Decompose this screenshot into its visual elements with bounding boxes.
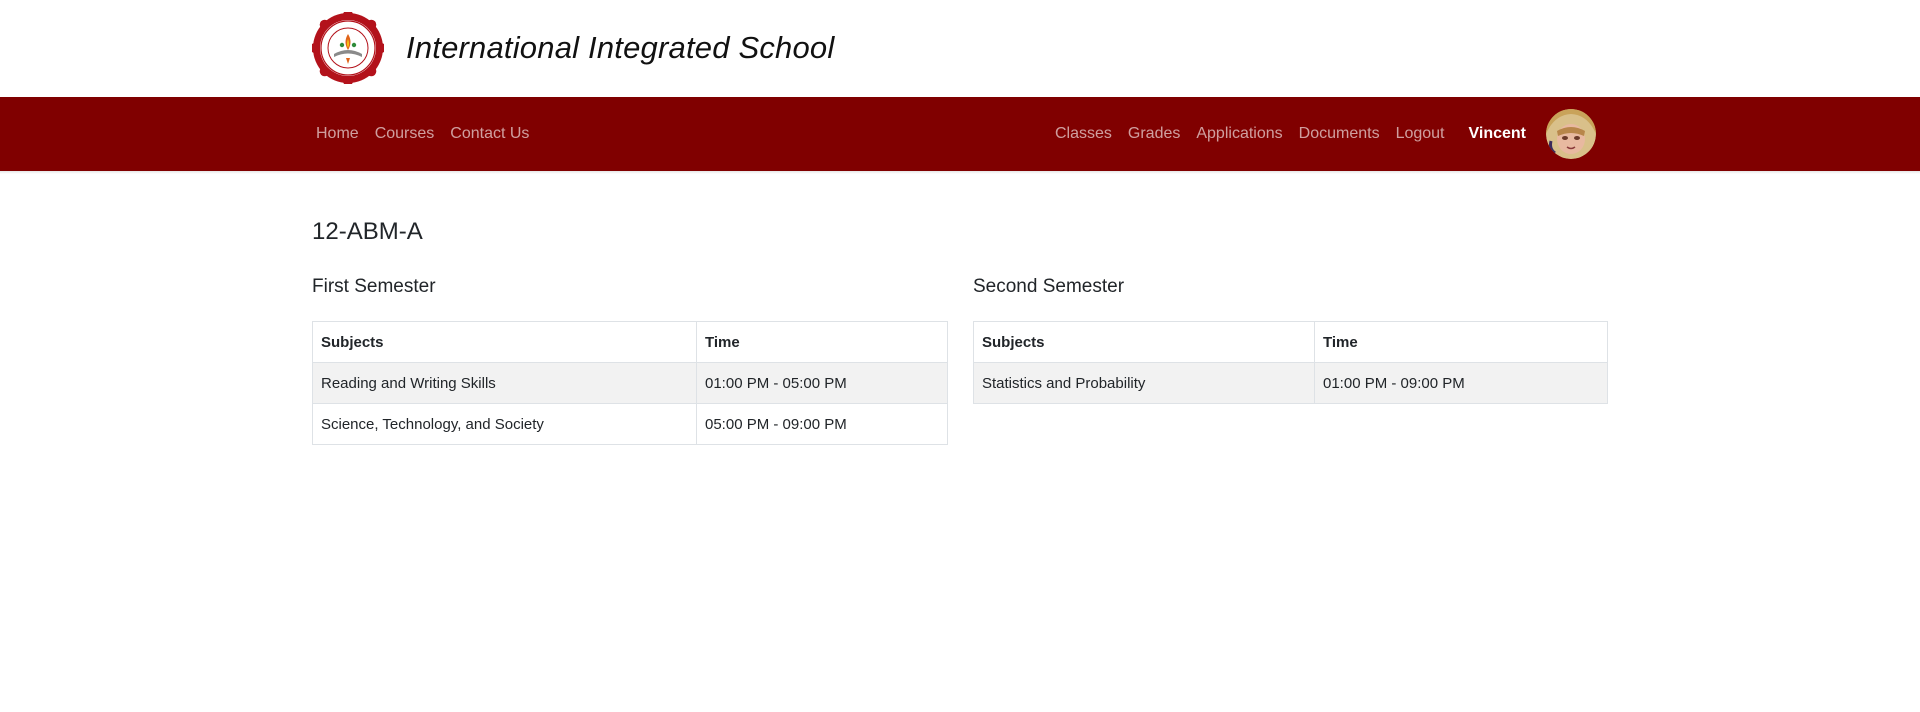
brand-link[interactable]: International Integrated School [312,12,834,84]
nav-documents-link[interactable]: Documents [1291,97,1388,171]
nav-applications-link[interactable]: Applications [1188,97,1290,171]
nav-logout-link[interactable]: Logout [1388,97,1453,171]
nav-contact-us-link[interactable]: Contact Us [442,97,537,171]
table-row: Science, Technology, and Society 05:00 P… [312,403,948,445]
time-cell: 01:00 PM - 09:00 PM [1314,362,1608,404]
table-header-row: Subjects Time [973,321,1608,363]
second-semester-table: Subjects Time Statistics and Probability… [973,321,1608,404]
main-content: 12-ABM-A First Semester Subjects Time Re… [0,174,1920,445]
time-cell: 01:00 PM - 05:00 PM [696,362,948,404]
school-seal-logo-icon [312,12,384,84]
nav-right: Classes Grades Applications Documents Lo… [1047,97,1608,171]
table-row: Reading and Writing Skills 01:00 PM - 05… [312,362,948,404]
subjects-header: Subjects [973,321,1315,363]
school-name: International Integrated School [406,30,835,65]
first-semester-title: First Semester [312,276,436,297]
subject-cell: Reading and Writing Skills [312,362,697,404]
first-semester-section: First Semester Subjects Time Reading and… [312,276,948,445]
nav-grades-link[interactable]: Grades [1120,97,1188,171]
nav-courses-link[interactable]: Courses [367,97,443,171]
user-name[interactable]: Vincent [1469,125,1527,143]
subjects-header: Subjects [312,321,697,363]
main-navbar: Home Courses Contact Us Classes Grades A… [0,97,1920,171]
class-title: 12-ABM-A [312,218,423,245]
user-avatar-icon[interactable] [1546,109,1596,159]
semesters: First Semester Subjects Time Reading and… [312,276,1608,445]
time-header: Time [1314,321,1608,363]
second-semester-section: Second Semester Subjects Time Statistics… [973,276,1608,445]
second-semester-title: Second Semester [973,276,1125,297]
table-header-row: Subjects Time [312,321,948,363]
time-header: Time [696,321,948,363]
time-cell: 05:00 PM - 09:00 PM [696,403,948,445]
nav-left: Home Courses Contact Us [312,97,537,171]
first-semester-table: Subjects Time Reading and Writing Skills… [312,321,948,445]
table-row: Statistics and Probability 01:00 PM - 09… [973,362,1608,404]
subject-cell: Statistics and Probability [973,362,1315,404]
subject-cell: Science, Technology, and Society [312,403,697,445]
nav-home-link[interactable]: Home [312,97,367,171]
nav-classes-link[interactable]: Classes [1047,97,1120,171]
site-header: International Integrated School [0,0,1920,97]
